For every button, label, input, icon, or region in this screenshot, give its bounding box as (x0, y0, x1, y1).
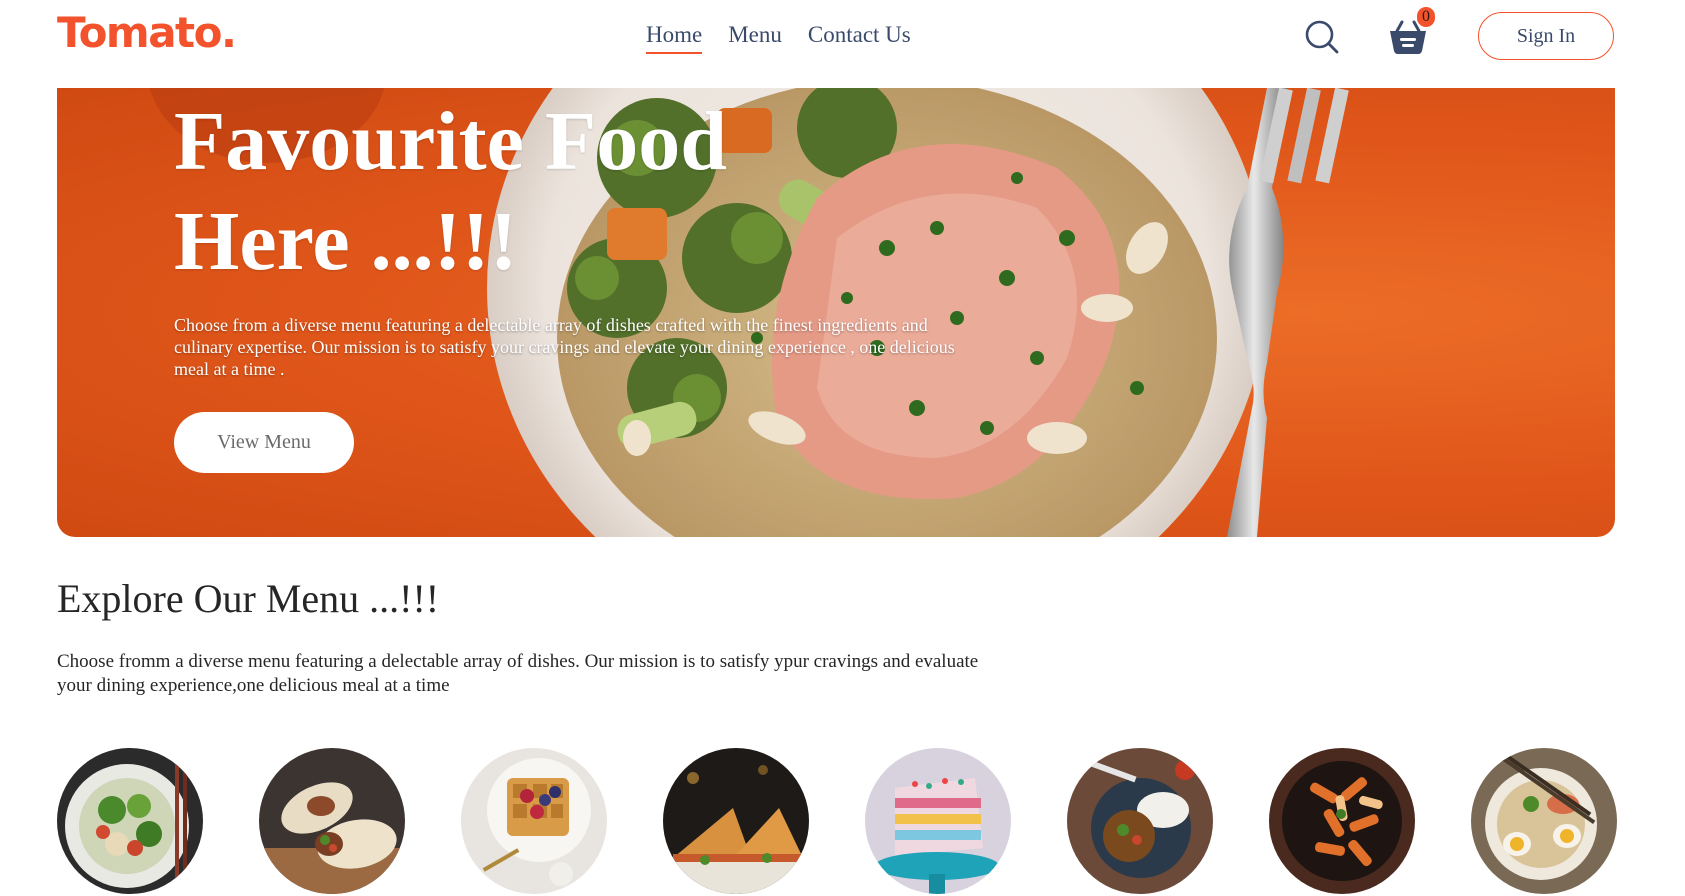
explore-menu-description: Choose fromm a diverse menu featuring a … (57, 651, 979, 696)
hero-title: Favourite Food Here ...!!! (174, 92, 874, 292)
menu-category-deserts-image[interactable] (461, 748, 607, 894)
hero-description: Choose from a diverse menu featuring a d… (174, 315, 955, 379)
logo[interactable]: Tomato. (57, 12, 237, 54)
hero-banner: Favourite Food Here ...!!! Choose from a… (57, 88, 1615, 537)
nav-link-menu[interactable]: Menu (728, 22, 782, 54)
cart-count-badge: 0 (1417, 7, 1435, 27)
menu-category-noodles-image[interactable] (1471, 748, 1617, 894)
menu-category-list (57, 748, 1617, 896)
nav-link-contact-us[interactable]: Contact Us (808, 22, 911, 54)
main-nav: Home Menu Contact Us (646, 22, 911, 54)
hero-title-line1: Favourite Food (174, 95, 727, 188)
search-icon[interactable] (1304, 19, 1340, 55)
menu-category-cake-image[interactable] (865, 748, 1011, 894)
menu-category-sandwich-image[interactable] (663, 748, 809, 894)
nav-link-home[interactable]: Home (646, 22, 703, 54)
sign-in-button[interactable]: Sign In (1478, 12, 1614, 60)
view-menu-button[interactable]: View Menu (174, 412, 354, 473)
hero-title-line2: Here ...!!! (174, 195, 518, 288)
menu-category-rolls-image[interactable] (259, 748, 405, 894)
menu-category-pure-veg-image[interactable] (1067, 748, 1213, 894)
menu-category-salad-image[interactable] (57, 748, 203, 894)
menu-category-pasta-image[interactable] (1269, 748, 1415, 894)
explore-menu-title: Explore Our Menu ...!!! (57, 576, 440, 621)
